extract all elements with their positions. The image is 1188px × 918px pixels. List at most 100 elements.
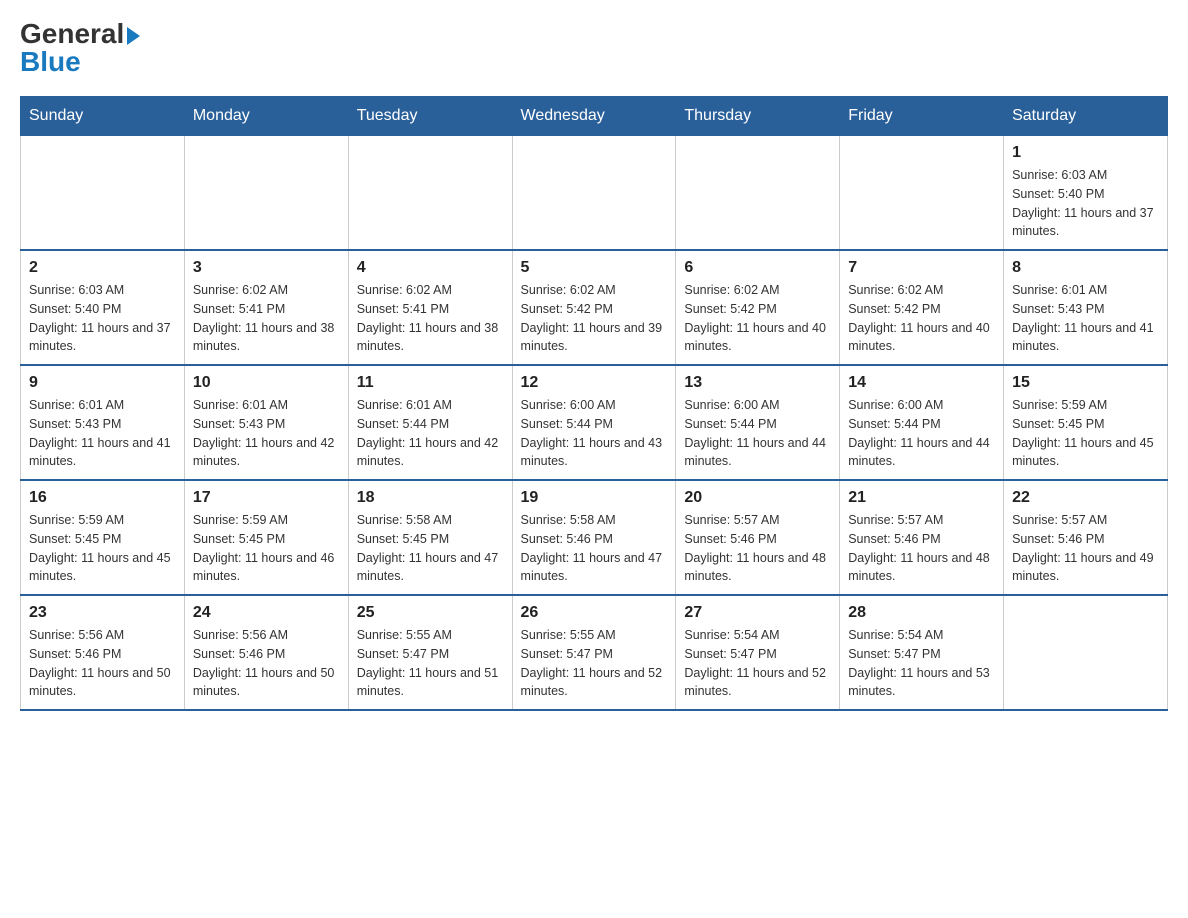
day-number: 1 (1012, 144, 1159, 162)
calendar-cell: 28 Sunrise: 5:54 AMSunset: 5:47 PMDayligh… (840, 595, 1004, 710)
day-number: 17 (193, 489, 340, 507)
calendar-cell: 18 Sunrise: 5:58 AMSunset: 5:45 PMDayligh… (348, 480, 512, 595)
calendar-cell: 16Sunrise: 5:59 AMSunset: 5:45 PMDayligh… (21, 480, 185, 595)
day-number: 22 (1012, 489, 1159, 507)
calendar-header-thursday: Thursday (676, 97, 840, 136)
day-info: Sunrise: 5:56 AMSunset: 5:46 PMDaylight:… (193, 626, 340, 701)
calendar-week-row: 1Sunrise: 6:03 AMSunset: 5:40 PMDaylight… (21, 136, 1168, 251)
day-number: 5 (521, 259, 668, 277)
logo-arrow-icon (127, 27, 140, 45)
calendar-cell: 25Sunrise: 5:55 AMSunset: 5:47 PMDayligh… (348, 595, 512, 710)
logo: General Blue (20, 20, 140, 76)
calendar-cell: 8 Sunrise: 6:01 AMSunset: 5:43 PMDaylight… (1004, 250, 1168, 365)
calendar-cell: 5 Sunrise: 6:02 AMSunset: 5:42 PMDaylight… (512, 250, 676, 365)
logo-blue-text: Blue (20, 48, 81, 76)
day-number: 26 (521, 604, 668, 622)
day-number: 10 (193, 374, 340, 392)
day-info: Sunrise: 6:00 AMSunset: 5:44 PMDaylight:… (521, 396, 668, 471)
calendar-cell: 26 Sunrise: 5:55 AMSunset: 5:47 PMDayligh… (512, 595, 676, 710)
day-number: 19 (521, 489, 668, 507)
calendar-header-sunday: Sunday (21, 97, 185, 136)
day-info: Sunrise: 6:00 AMSunset: 5:44 PMDaylight:… (848, 396, 995, 471)
logo-general-text: General (20, 20, 140, 48)
day-number: 21 (848, 489, 995, 507)
day-number: 25 (357, 604, 504, 622)
day-info: Sunrise: 6:02 AMSunset: 5:42 PMDaylight:… (521, 281, 668, 356)
day-number: 7 (848, 259, 995, 277)
day-info: Sunrise: 6:01 AMSunset: 5:43 PMDaylight:… (29, 396, 176, 471)
day-number: 28 (848, 604, 995, 622)
calendar-cell: 27 Sunrise: 5:54 AMSunset: 5:47 PMDayligh… (676, 595, 840, 710)
day-number: 18 (357, 489, 504, 507)
day-info: Sunrise: 5:57 AMSunset: 5:46 PMDaylight:… (1012, 511, 1159, 586)
day-number: 4 (357, 259, 504, 277)
calendar-cell: 23 Sunrise: 5:56 AMSunset: 5:46 PMDayligh… (21, 595, 185, 710)
day-number: 15 (1012, 374, 1159, 392)
calendar-cell: 17 Sunrise: 5:59 AMSunset: 5:45 PMDayligh… (184, 480, 348, 595)
day-info: Sunrise: 5:57 AMSunset: 5:46 PMDaylight:… (848, 511, 995, 586)
calendar-cell (21, 136, 185, 251)
calendar-header-monday: Monday (184, 97, 348, 136)
day-info: Sunrise: 5:59 AMSunset: 5:45 PMDaylight:… (1012, 396, 1159, 471)
day-number: 27 (684, 604, 831, 622)
calendar-cell: 15 Sunrise: 5:59 AMSunset: 5:45 PMDayligh… (1004, 365, 1168, 480)
day-info: Sunrise: 5:57 AMSunset: 5:46 PMDaylight:… (684, 511, 831, 586)
day-number: 16 (29, 489, 176, 507)
day-number: 2 (29, 259, 176, 277)
calendar-cell: 6Sunrise: 6:02 AMSunset: 5:42 PMDaylight… (676, 250, 840, 365)
day-number: 9 (29, 374, 176, 392)
calendar-cell: 12 Sunrise: 6:00 AMSunset: 5:44 PMDayligh… (512, 365, 676, 480)
day-info: Sunrise: 5:55 AMSunset: 5:47 PMDaylight:… (521, 626, 668, 701)
calendar-header-tuesday: Tuesday (348, 97, 512, 136)
day-info: Sunrise: 6:01 AMSunset: 5:43 PMDaylight:… (1012, 281, 1159, 356)
day-number: 3 (193, 259, 340, 277)
calendar-cell: 13 Sunrise: 6:00 AMSunset: 5:44 PMDayligh… (676, 365, 840, 480)
calendar-cell: 9 Sunrise: 6:01 AMSunset: 5:43 PMDaylight… (21, 365, 185, 480)
day-info: Sunrise: 5:54 AMSunset: 5:47 PMDaylight:… (848, 626, 995, 701)
calendar-cell: 3 Sunrise: 6:02 AMSunset: 5:41 PMDaylight… (184, 250, 348, 365)
calendar-header-saturday: Saturday (1004, 97, 1168, 136)
day-info: Sunrise: 5:58 AMSunset: 5:46 PMDaylight:… (521, 511, 668, 586)
calendar-header-wednesday: Wednesday (512, 97, 676, 136)
day-number: 6 (684, 259, 831, 277)
calendar-cell: 1Sunrise: 6:03 AMSunset: 5:40 PMDaylight… (1004, 136, 1168, 251)
day-number: 23 (29, 604, 176, 622)
day-number: 12 (521, 374, 668, 392)
day-info: Sunrise: 5:56 AMSunset: 5:46 PMDaylight:… (29, 626, 176, 701)
calendar-cell (184, 136, 348, 251)
calendar-week-row: 23 Sunrise: 5:56 AMSunset: 5:46 PMDayligh… (21, 595, 1168, 710)
day-number: 24 (193, 604, 340, 622)
day-info: Sunrise: 6:01 AMSunset: 5:44 PMDaylight:… (357, 396, 504, 471)
calendar-cell: 2Sunrise: 6:03 AMSunset: 5:40 PMDaylight… (21, 250, 185, 365)
calendar-cell: 24 Sunrise: 5:56 AMSunset: 5:46 PMDayligh… (184, 595, 348, 710)
calendar-cell: 10 Sunrise: 6:01 AMSunset: 5:43 PMDayligh… (184, 365, 348, 480)
day-info: Sunrise: 6:01 AMSunset: 5:43 PMDaylight:… (193, 396, 340, 471)
calendar-table: SundayMondayTuesdayWednesdayThursdayFrid… (20, 96, 1168, 711)
calendar-cell: 20Sunrise: 5:57 AMSunset: 5:46 PMDayligh… (676, 480, 840, 595)
day-number: 14 (848, 374, 995, 392)
day-info: Sunrise: 5:54 AMSunset: 5:47 PMDaylight:… (684, 626, 831, 701)
calendar-cell: 14 Sunrise: 6:00 AMSunset: 5:44 PMDayligh… (840, 365, 1004, 480)
calendar-week-row: 2Sunrise: 6:03 AMSunset: 5:40 PMDaylight… (21, 250, 1168, 365)
calendar-week-row: 16 Sunrise: 5:59 AMSunset: 5:45 PMDayligh… (21, 480, 1168, 595)
page-header: General Blue (20, 20, 1168, 76)
calendar-cell (512, 136, 676, 251)
calendar-cell: 4Sunrise: 6:02 AMSunset: 5:41 PMDaylight… (348, 250, 512, 365)
calendar-cell: 7Sunrise: 6:02 AMSunset: 5:42 PMDaylight… (840, 250, 1004, 365)
day-number: 13 (684, 374, 831, 392)
calendar-cell: 11 Sunrise: 6:01 AMSunset: 5:44 PMDayligh… (348, 365, 512, 480)
calendar-cell (348, 136, 512, 251)
day-info: Sunrise: 5:59 AMSunset: 5:45 PMDaylight:… (193, 511, 340, 586)
calendar-cell (1004, 595, 1168, 710)
calendar-cell: 19 Sunrise: 5:58 AMSunset: 5:46 PMDayligh… (512, 480, 676, 595)
calendar-header-friday: Friday (840, 97, 1004, 136)
calendar-header-row: SundayMondayTuesdayWednesdayThursdayFrid… (21, 97, 1168, 136)
day-info: Sunrise: 6:02 AMSunset: 5:41 PMDaylight:… (193, 281, 340, 356)
calendar-cell (676, 136, 840, 251)
calendar-cell: 21 Sunrise: 5:57 AMSunset: 5:46 PMDayligh… (840, 480, 1004, 595)
day-info: Sunrise: 6:00 AMSunset: 5:44 PMDaylight:… (684, 396, 831, 471)
day-number: 8 (1012, 259, 1159, 277)
calendar-cell: 22 Sunrise: 5:57 AMSunset: 5:46 PMDayligh… (1004, 480, 1168, 595)
day-number: 11 (357, 374, 504, 392)
day-info: Sunrise: 5:58 AMSunset: 5:45 PMDaylight:… (357, 511, 504, 586)
